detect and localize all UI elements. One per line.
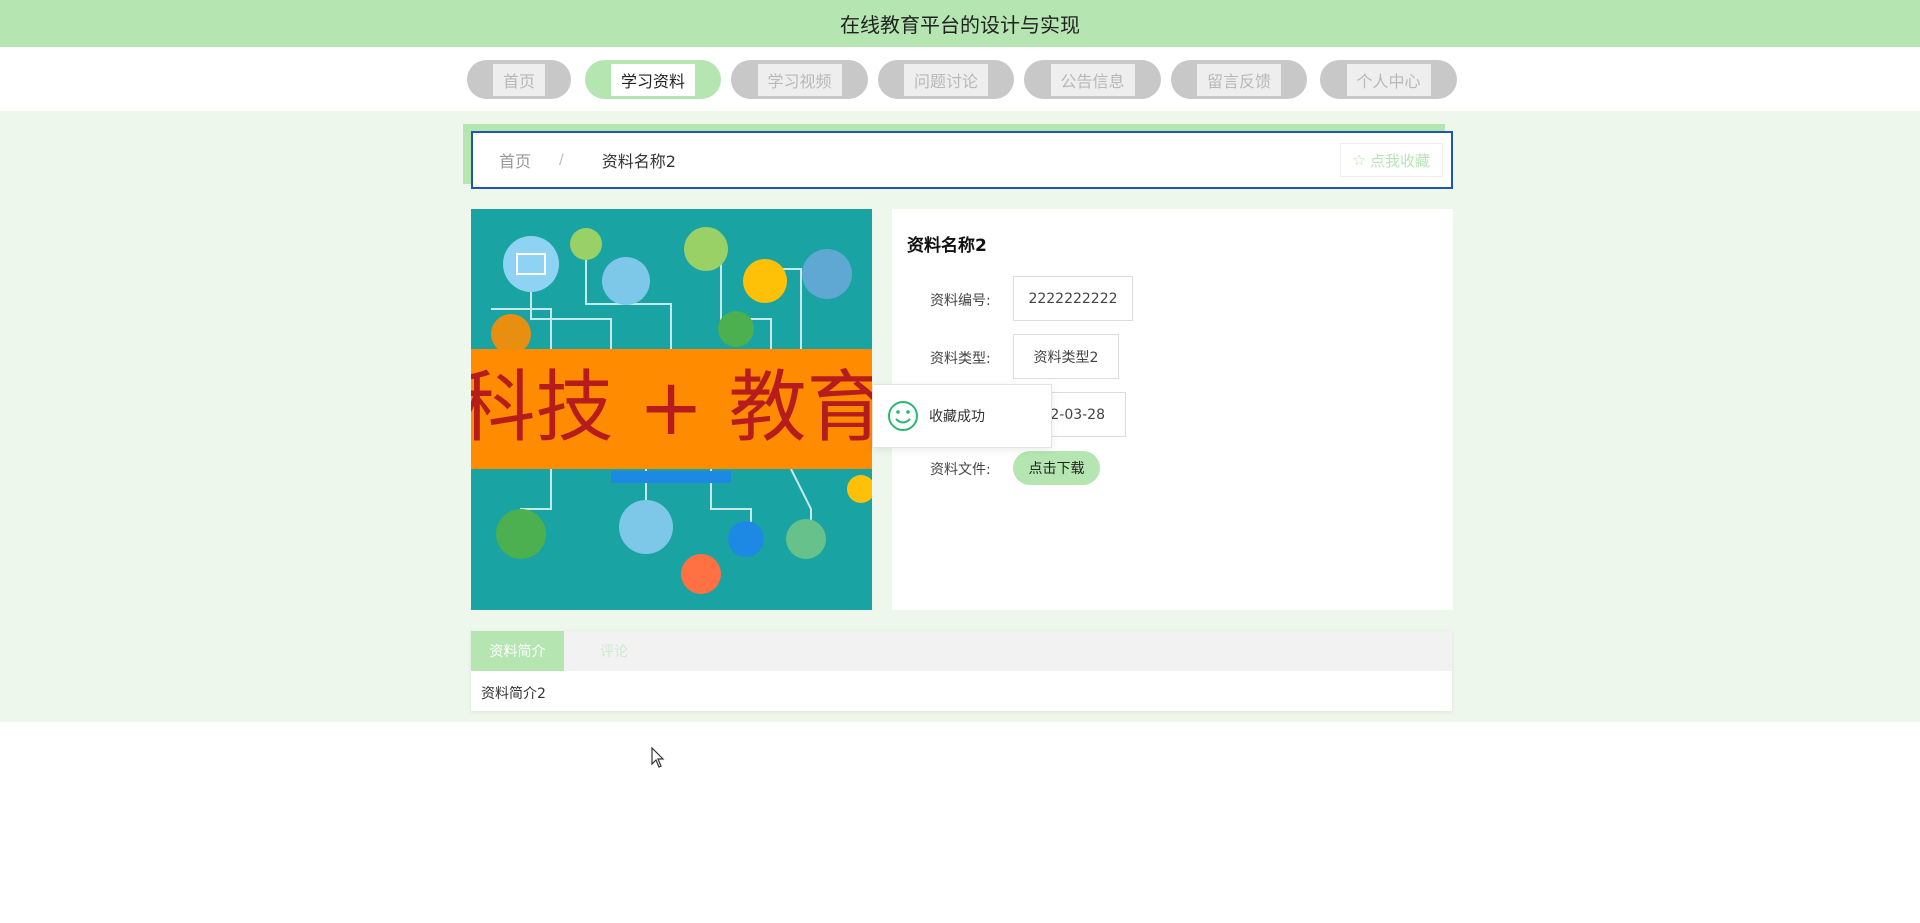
toast-message: 收藏成功 bbox=[929, 409, 985, 425]
breadcrumb-home-link[interactable]: 首页 bbox=[499, 148, 531, 172]
star-outline-icon: ☆ bbox=[1352, 151, 1366, 169]
detail-tabs: 资料简介 评论 资料简介2 bbox=[471, 631, 1452, 711]
nav-item-feedback[interactable]: 留言反馈 bbox=[1171, 60, 1307, 99]
breadcrumb-current: 资料名称2 bbox=[601, 152, 676, 171]
material-type-value: 资料类型2 bbox=[1013, 334, 1119, 379]
nav-item-label: 留言反馈 bbox=[1197, 63, 1281, 96]
nav-item-label: 公告信息 bbox=[1050, 63, 1135, 96]
tab-introduction[interactable]: 资料简介 bbox=[471, 631, 564, 671]
nav-item-label: 个人中心 bbox=[1346, 63, 1431, 96]
banner-text: 科技 + 教育 bbox=[471, 363, 872, 453]
breadcrumb: 首页 / 资料名称2 ☆ 点我收藏 bbox=[471, 131, 1453, 189]
material-name: 资料名称2 bbox=[907, 236, 987, 256]
smile-icon bbox=[888, 401, 918, 431]
nav-item-home[interactable]: 首页 bbox=[467, 60, 571, 99]
mouse-cursor-icon bbox=[651, 747, 665, 768]
nav-item-personal-center[interactable]: 个人中心 bbox=[1320, 60, 1457, 99]
main-nav: 首页 学习资料 学习视频 问题讨论 公告信息 留言反馈 个人中心 bbox=[0, 47, 1920, 111]
nav-item-label: 首页 bbox=[493, 63, 545, 96]
material-id-label: 资料编号: bbox=[930, 293, 991, 309]
tab-comments[interactable]: 评论 bbox=[564, 631, 664, 671]
material-cover-image: 科技 + 教育 bbox=[471, 209, 872, 610]
site-title: 在线教育平台的设计与实现 bbox=[840, 13, 1080, 37]
nav-item-announcements[interactable]: 公告信息 bbox=[1024, 60, 1161, 99]
favorite-button[interactable]: ☆ 点我收藏 bbox=[1339, 143, 1443, 177]
tab-content: 资料简介2 bbox=[481, 686, 546, 702]
nav-item-discussion[interactable]: 问题讨论 bbox=[878, 60, 1014, 99]
material-type-label: 资料类型: bbox=[930, 351, 991, 367]
top-header: 在线教育平台的设计与实现 bbox=[0, 0, 1920, 47]
tab-bar: 资料简介 评论 bbox=[471, 631, 1452, 671]
download-button[interactable]: 点击下载 bbox=[1013, 451, 1100, 485]
material-file-label: 资料文件: bbox=[930, 462, 991, 478]
nav-item-label: 学习资料 bbox=[611, 63, 695, 96]
tech-education-illustration: 科技 + 教育 bbox=[471, 209, 872, 610]
nav-item-study-materials[interactable]: 学习资料 bbox=[585, 60, 721, 99]
nav-item-label: 问题讨论 bbox=[904, 63, 988, 96]
toast-notification: 收藏成功 bbox=[872, 384, 1052, 448]
breadcrumb-separator: / bbox=[559, 152, 564, 168]
nav-item-label: 学习视频 bbox=[757, 63, 842, 96]
favorite-button-label: 点我收藏 bbox=[1369, 151, 1430, 170]
nav-item-study-videos[interactable]: 学习视频 bbox=[731, 60, 868, 99]
material-id-value: 2222222222 bbox=[1013, 276, 1133, 321]
